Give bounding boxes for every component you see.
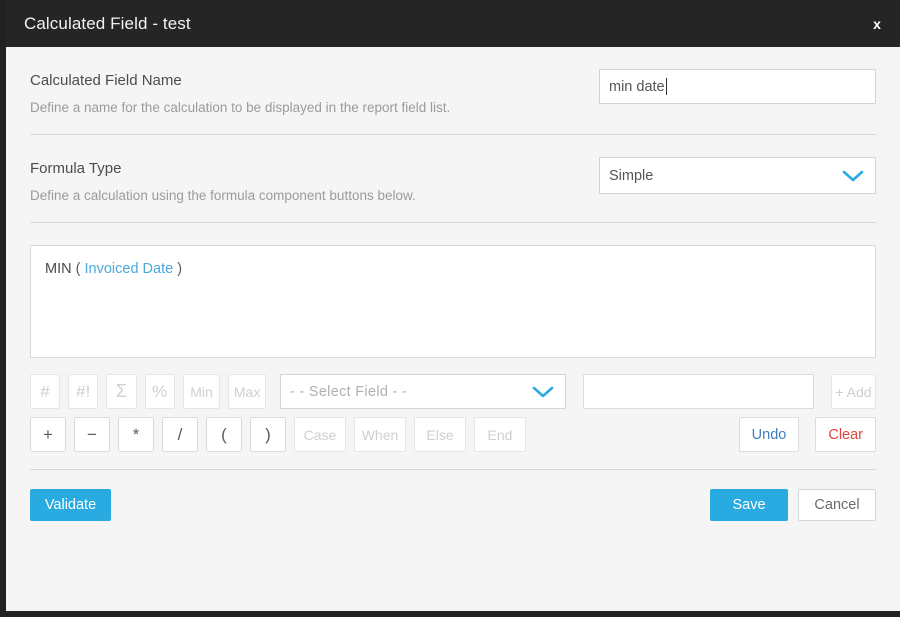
end-button[interactable]: End bbox=[474, 417, 526, 452]
select-field-dropdown[interactable]: - - Select Field - - bbox=[279, 374, 566, 409]
formula-keypad: # #! Σ % Min Max - - Select Field - - + … bbox=[30, 374, 877, 452]
select-field-wrapper: - - Select Field - - bbox=[279, 374, 566, 409]
value-input[interactable] bbox=[582, 374, 814, 409]
calculated-field-name-input[interactable]: min date bbox=[599, 69, 876, 104]
else-button[interactable]: Else bbox=[414, 417, 466, 452]
select-field-placeholder: - - Select Field - - bbox=[289, 383, 408, 400]
dialog-footer: Validate Save Cancel bbox=[30, 470, 876, 521]
text-caret bbox=[665, 78, 667, 95]
percent-button[interactable]: % bbox=[144, 374, 175, 409]
formula-open-paren-token: ( bbox=[75, 261, 81, 277]
save-button[interactable]: Save bbox=[710, 489, 788, 521]
when-button[interactable]: When bbox=[354, 417, 406, 452]
close-icon[interactable]: x bbox=[864, 11, 890, 37]
multiply-button[interactable]: * bbox=[118, 417, 154, 452]
calculated-field-name-labels: Calculated Field Name Define a name for … bbox=[30, 69, 450, 117]
formula-type-label: Formula Type bbox=[30, 160, 122, 177]
number-button[interactable]: # bbox=[30, 374, 61, 409]
chevron-down-icon bbox=[840, 168, 866, 184]
open-paren-button[interactable]: ( bbox=[206, 417, 242, 452]
calculated-field-name-label: Calculated Field Name bbox=[30, 72, 182, 89]
validate-button[interactable]: Validate bbox=[30, 489, 111, 521]
formula-function-token: MIN bbox=[45, 261, 72, 277]
formula-type-control: Simple bbox=[599, 157, 876, 194]
formula-type-labels: Formula Type Define a calculation using … bbox=[30, 157, 416, 205]
formula-field-token[interactable]: Invoiced Date bbox=[85, 261, 174, 277]
close-paren-button[interactable]: ) bbox=[250, 417, 286, 452]
divider-middle bbox=[30, 222, 876, 223]
chevron-down-icon bbox=[530, 384, 556, 400]
formula-type-select[interactable]: Simple bbox=[599, 157, 876, 194]
formula-type-row: Formula Type Define a calculation using … bbox=[30, 135, 876, 205]
keypad-row-operators: + − * / ( ) Case When Else End Undo Clea… bbox=[30, 417, 876, 452]
sum-button[interactable]: Σ bbox=[106, 374, 137, 409]
formula-editor[interactable]: MIN ( Invoiced Date ) bbox=[30, 245, 876, 358]
formula-type-hint: Define a calculation using the formula c… bbox=[30, 188, 416, 203]
calculated-field-name-row: Calculated Field Name Define a name for … bbox=[30, 47, 876, 117]
divide-button[interactable]: / bbox=[162, 417, 198, 452]
min-button[interactable]: Min bbox=[182, 374, 221, 409]
calculated-field-dialog: Calculated Field - test x Calculated Fie… bbox=[6, 0, 900, 611]
dialog-body: Calculated Field Name Define a name for … bbox=[6, 47, 900, 611]
calculated-field-name-control: min date bbox=[599, 69, 876, 104]
keypad-row-functions: # #! Σ % Min Max - - Select Field - - + … bbox=[30, 374, 877, 409]
cancel-button[interactable]: Cancel bbox=[798, 489, 876, 521]
clear-button[interactable]: Clear bbox=[815, 417, 876, 452]
case-button[interactable]: Case bbox=[294, 417, 346, 452]
minus-button[interactable]: − bbox=[74, 417, 110, 452]
plus-button[interactable]: + bbox=[30, 417, 66, 452]
number-distinct-button[interactable]: #! bbox=[68, 374, 99, 409]
formula-type-selected-value: Simple bbox=[609, 167, 654, 184]
calculated-field-name-hint: Define a name for the calculation to be … bbox=[30, 100, 451, 115]
calculated-field-name-value: min date bbox=[609, 78, 665, 95]
undo-button[interactable]: Undo bbox=[738, 417, 800, 452]
max-button[interactable]: Max bbox=[228, 374, 266, 409]
add-button[interactable]: + Add bbox=[830, 374, 877, 409]
dialog-title: Calculated Field - test bbox=[24, 13, 191, 33]
dialog-titlebar: Calculated Field - test x bbox=[6, 0, 900, 47]
formula-close-paren-token: ) bbox=[177, 261, 183, 277]
